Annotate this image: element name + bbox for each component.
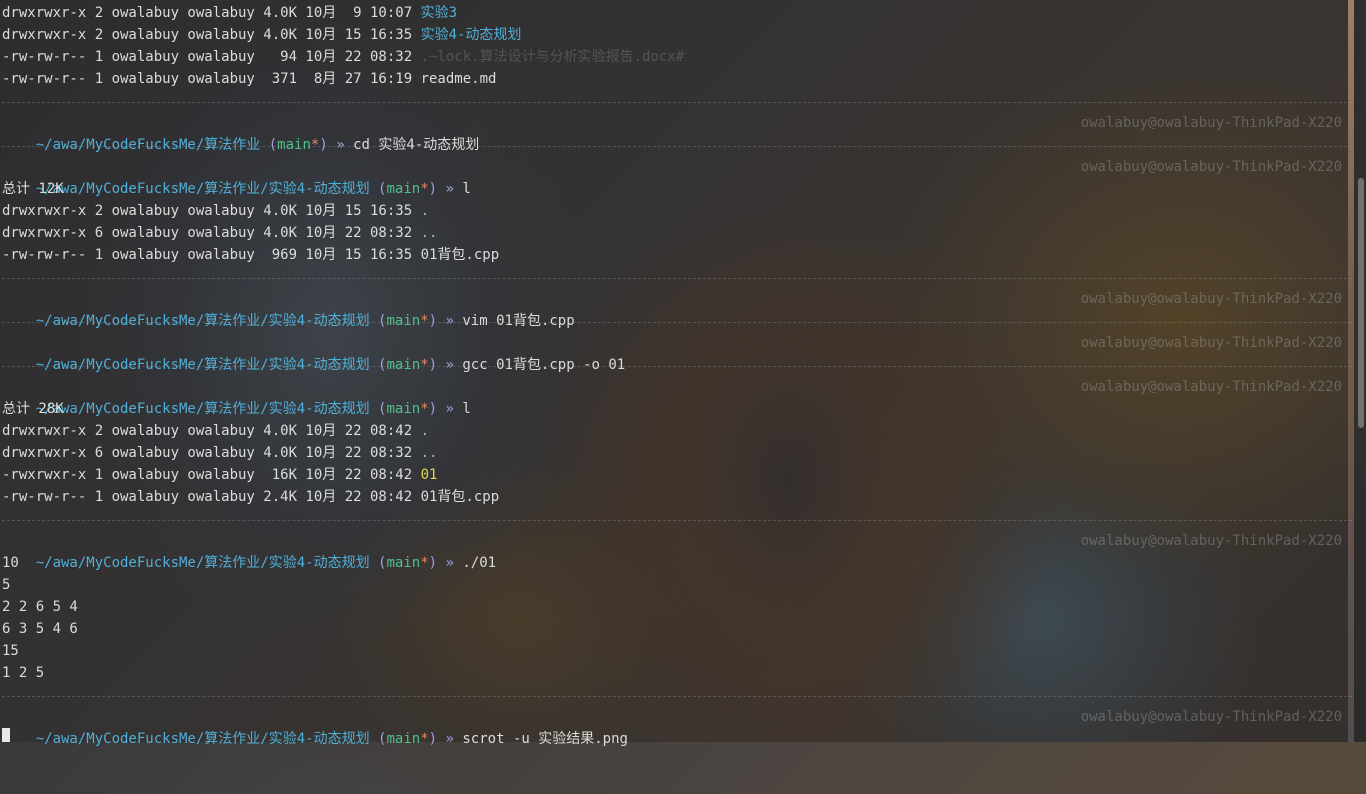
ls-row: drwxrwxr-x 2 owalabuy owalabuy 4.0K 10月 … — [2, 5, 458, 21]
prompt-line: ~/awa/MyCodeFucksMe/算法作业 (main*) » cd 实验… — [2, 112, 1352, 153]
prompt-line: ~/awa/MyCodeFucksMe/算法作业/实验4-动态规划 (main*… — [2, 156, 1352, 197]
scrollbar-thumb[interactable] — [1358, 178, 1364, 428]
hostname: owalabuy@owalabuy-ThinkPad-X220 — [1080, 115, 1342, 131]
program-output-line: 6 3 5 4 6 — [2, 621, 78, 637]
file-name: readme.md — [420, 71, 497, 87]
ls-row: drwxrwxr-x 2 owalabuy owalabuy 4.0K 10月 … — [2, 423, 430, 439]
program-output-line: 1 2 5 — [2, 665, 45, 681]
file-name: .. — [420, 445, 438, 461]
prompt-separator — [2, 366, 1352, 367]
prompt-arrow: » — [445, 313, 454, 329]
prompt-line: ~/awa/MyCodeFucksMe/算法作业/实验4-动态规划 (main*… — [2, 530, 1352, 571]
total-line: 总计 28K — [2, 401, 64, 417]
total-line: 总计 12K — [2, 181, 64, 197]
ls-row: -rw-rw-r-- 1 owalabuy owalabuy 2.4K 10月 … — [2, 489, 500, 505]
terminal-cursor — [2, 728, 10, 742]
file-name: 01背包.cpp — [420, 489, 500, 505]
prompt-line: ~/awa/MyCodeFucksMe/算法作业/实验4-动态规划 (main*… — [2, 706, 1352, 747]
hostname: owalabuy@owalabuy-ThinkPad-X220 — [1080, 533, 1342, 549]
file-name: 01背包.cpp — [420, 247, 500, 263]
prompt-separator — [2, 520, 1352, 521]
prompt-line: ~/awa/MyCodeFucksMe/算法作业/实验4-动态规划 (main*… — [2, 376, 1352, 417]
hostname: owalabuy@owalabuy-ThinkPad-X220 — [1080, 709, 1342, 725]
hostname: owalabuy@owalabuy-ThinkPad-X220 — [1080, 379, 1342, 395]
file-name: . — [420, 203, 430, 219]
hostname: owalabuy@owalabuy-ThinkPad-X220 — [1080, 159, 1342, 175]
ls-row: -rwxrwxr-x 1 owalabuy owalabuy 16K 10月 2… — [2, 467, 438, 483]
file-name: .. — [420, 225, 438, 241]
ls-row: drwxrwxr-x 2 owalabuy owalabuy 4.0K 10月 … — [2, 27, 522, 43]
command-text: scrot -u 实验结果.png — [462, 731, 628, 747]
command-text: vim 01背包.cpp — [462, 313, 575, 329]
git-branch: main — [386, 313, 421, 329]
program-output-line: 15 — [2, 643, 19, 659]
prompt-separator — [2, 102, 1352, 103]
program-output-line: 2 2 6 5 4 — [2, 599, 78, 615]
prompt-separator — [2, 696, 1352, 697]
hostname: owalabuy@owalabuy-ThinkPad-X220 — [1080, 291, 1342, 307]
file-name: .~lock.算法设计与分析实验报告.docx# — [420, 49, 685, 65]
command-text: cd 实验4-动态规划 — [353, 137, 480, 153]
ls-row: drwxrwxr-x 2 owalabuy owalabuy 4.0K 10月 … — [2, 203, 430, 219]
hostname: owalabuy@owalabuy-ThinkPad-X220 — [1080, 335, 1342, 351]
dir-name: 实验4-动态规划 — [420, 27, 522, 43]
prompt-line: ~/awa/MyCodeFucksMe/算法作业/实验4-动态规划 (main*… — [2, 288, 1352, 329]
program-output-line: 5 — [2, 577, 11, 593]
prompt-arrow: » — [445, 731, 454, 747]
prompt-arrow: » — [336, 137, 345, 153]
dir-name: 实验3 — [420, 5, 458, 21]
program-output-line: 10 — [2, 555, 19, 571]
ls-row: drwxrwxr-x 6 owalabuy owalabuy 4.0K 10月 … — [2, 445, 438, 461]
git-branch: main — [277, 137, 311, 153]
ls-row: drwxrwxr-x 6 owalabuy owalabuy 4.0K 10月 … — [2, 225, 438, 241]
ls-row: -rw-rw-r-- 1 owalabuy owalabuy 94 10月 22… — [2, 49, 685, 65]
git-branch: main — [386, 357, 421, 373]
prompt-path: ~/awa/MyCodeFucksMe/算法作业/实验4-动态规划 — [35, 731, 370, 747]
terminal-scrollbar[interactable] — [1354, 0, 1366, 742]
prompt-path: ~/awa/MyCodeFucksMe/算法作业/实验4-动态规划 — [35, 313, 370, 329]
prompt-path: ~/awa/MyCodeFucksMe/算法作业/实验4-动态规划 — [35, 357, 370, 373]
ls-row: -rw-rw-r-- 1 owalabuy owalabuy 969 10月 1… — [2, 247, 500, 263]
prompt-path: ~/awa/MyCodeFucksMe/算法作业 — [35, 137, 261, 153]
prompt-separator — [2, 322, 1352, 323]
command-text: gcc 01背包.cpp -o 01 — [462, 357, 626, 373]
ls-row: -rw-rw-r-- 1 owalabuy owalabuy 371 8月 27… — [2, 71, 497, 87]
prompt-line: ~/awa/MyCodeFucksMe/算法作业/实验4-动态规划 (main*… — [2, 332, 1352, 373]
git-branch: main — [386, 731, 421, 747]
prompt-separator — [2, 278, 1352, 279]
prompt-separator — [2, 146, 1352, 147]
file-name: . — [420, 423, 430, 439]
file-name: 01 — [420, 467, 438, 483]
prompt-arrow: » — [445, 357, 454, 373]
